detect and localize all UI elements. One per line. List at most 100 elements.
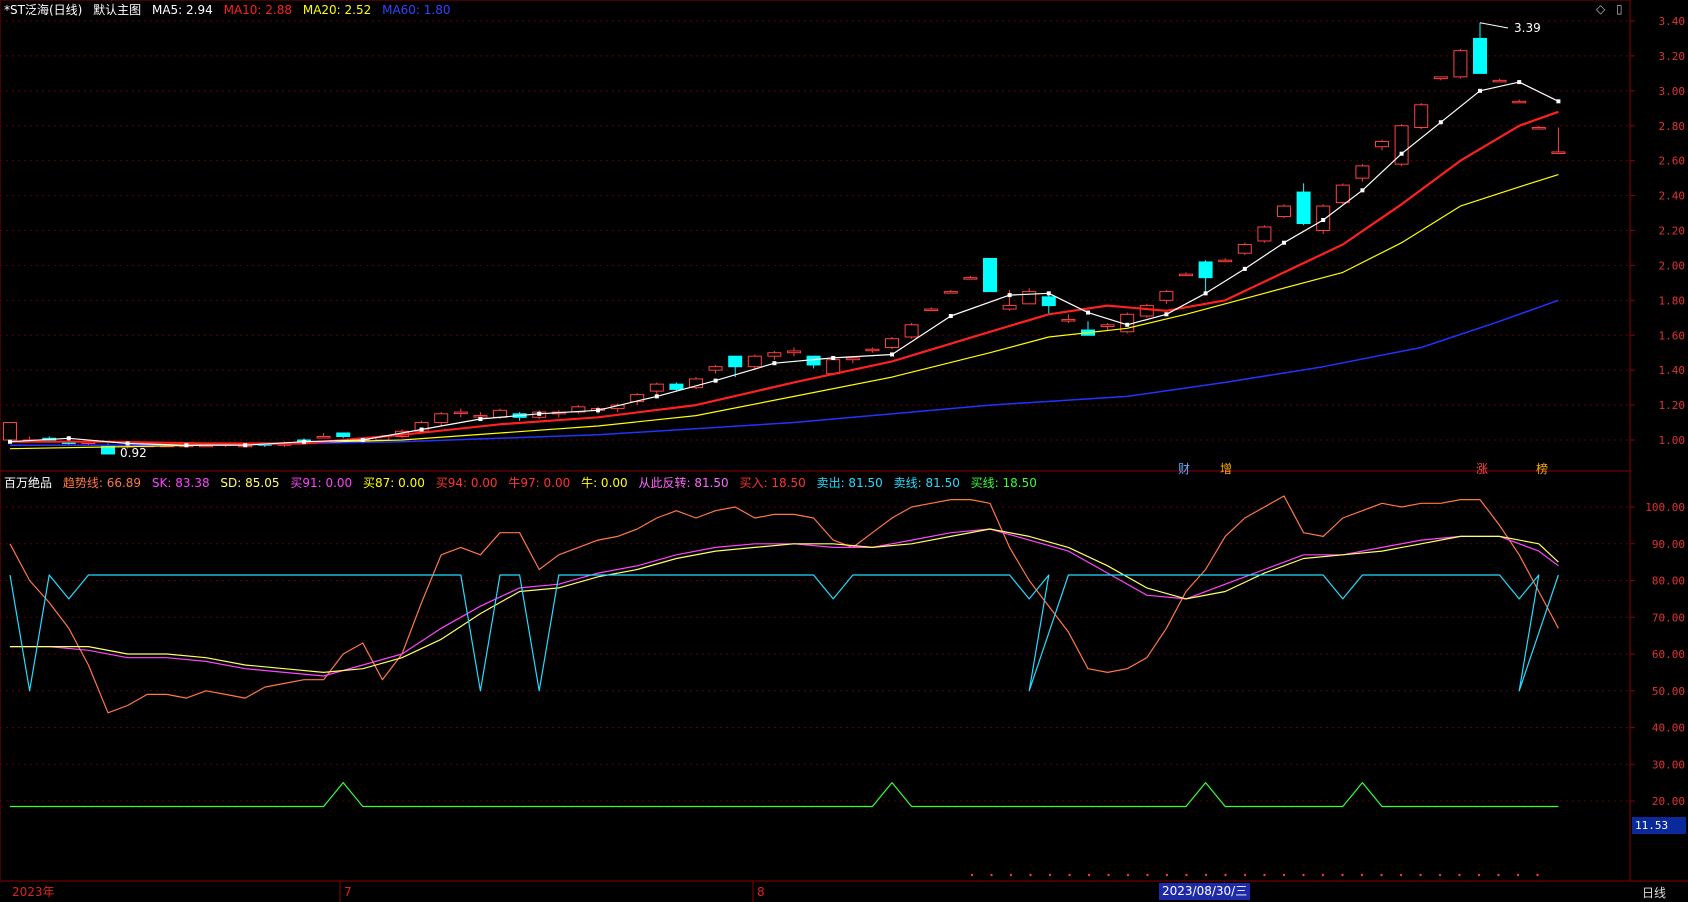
signal-dot xyxy=(1477,873,1481,877)
ind-trend: 趋势线: 66.89 xyxy=(62,476,142,490)
price-tick-label: 2.20 xyxy=(1659,225,1686,238)
candle-body xyxy=(1257,226,1272,242)
candle-body xyxy=(493,409,507,418)
ma60-legend: MA60: 1.80 xyxy=(382,3,451,17)
ind-buy87: 买87: 0.00 xyxy=(363,476,425,490)
ma60-line xyxy=(10,299,1559,446)
ma5-point xyxy=(184,443,189,448)
candle-body xyxy=(865,348,880,352)
candle-body xyxy=(1041,296,1056,307)
cursor-date: 2023/08/30/三 xyxy=(1159,883,1251,900)
price-tick-label: 3.20 xyxy=(1659,50,1686,63)
signal-dot xyxy=(1438,873,1442,877)
ma5-point xyxy=(1086,310,1090,315)
signal-dot xyxy=(970,873,974,877)
signal-dot xyxy=(1263,873,1266,877)
ind-reverse: 从此反转: 81.50 xyxy=(638,476,729,490)
candle-body xyxy=(1375,140,1389,148)
price-tick-label: 3.00 xyxy=(1659,85,1686,98)
signal-dot xyxy=(1341,873,1344,877)
candle-body xyxy=(983,257,997,293)
indicator-line-趋势线 xyxy=(9,495,1559,714)
marker-finance[interactable]: 财 xyxy=(1178,460,1190,477)
candle-body xyxy=(885,338,899,348)
ma5-point xyxy=(1242,266,1247,271)
kline-chart[interactable]: 3.40 3.20 3.00 2.80 2.60 2.40 2.20 2.00 1.80 1.60… xyxy=(0,0,1688,902)
candle-body xyxy=(943,291,958,294)
marker-list[interactable]: 榜 xyxy=(1536,460,1548,477)
candle-body xyxy=(1414,104,1429,128)
candle-body xyxy=(1296,191,1311,225)
candle-body xyxy=(1355,165,1370,179)
ind-buy94: 买94: 0.00 xyxy=(435,476,498,490)
ma5-point xyxy=(772,361,777,366)
stock-title[interactable]: *ST泛海(日线) xyxy=(4,3,82,17)
candle-body xyxy=(1335,184,1350,204)
ind-buyline: 买线: 18.50 xyxy=(970,476,1037,490)
current-value-badge: 11.53 xyxy=(1632,817,1686,834)
indicator-line-买线 xyxy=(10,781,1559,808)
ind-buy91: 买91: 0.00 xyxy=(290,476,353,490)
high-pointer xyxy=(1479,22,1509,29)
restore-icon[interactable]: ▯ xyxy=(1616,2,1623,16)
ma5-point xyxy=(713,378,718,383)
signal-dot xyxy=(1302,873,1305,877)
signal-dot xyxy=(1009,873,1013,877)
candle-body xyxy=(336,432,351,438)
candle-body xyxy=(316,436,331,439)
ma5-point xyxy=(1164,312,1169,317)
price-tick-label: 1.20 xyxy=(1659,399,1686,412)
candle-body xyxy=(787,350,801,354)
price-tick-label: 2.00 xyxy=(1659,259,1686,272)
template-name[interactable]: 默认主图 xyxy=(93,3,141,17)
candle-body xyxy=(1512,100,1527,104)
price-tick-label: 1.40 xyxy=(1659,364,1686,377)
ma5-line xyxy=(9,81,1559,446)
price-tick-label: 2.40 xyxy=(1659,190,1686,203)
marker-increase[interactable]: 增 xyxy=(1220,460,1232,477)
indicator-tick-label: 20.00 xyxy=(1652,795,1685,808)
candle-body xyxy=(1002,305,1017,310)
price-tick-label: 1.00 xyxy=(1659,434,1686,447)
x-label-year: 2023年 xyxy=(12,885,55,899)
signal-dot xyxy=(1087,873,1091,877)
ma5-point xyxy=(66,436,71,441)
signal-dot xyxy=(1068,873,1071,877)
candle-body xyxy=(1433,76,1448,80)
indicator-tick-label: 50.00 xyxy=(1652,685,1685,698)
ma5-point xyxy=(1125,322,1130,327)
indicator-line-SD xyxy=(10,528,1559,674)
ma10-legend: MA10: 2.88 xyxy=(223,3,293,17)
marker-limit-up[interactable]: 涨 xyxy=(1476,460,1488,477)
signal-dot xyxy=(1497,873,1500,877)
period-label[interactable]: 日线 xyxy=(1642,884,1666,901)
candle-body xyxy=(473,415,488,418)
candle-body xyxy=(963,277,978,280)
signal-dot xyxy=(1516,873,1520,877)
indicator-name[interactable]: 百万绝品 xyxy=(4,476,52,490)
indicator-tick-label: 60.00 xyxy=(1652,648,1685,661)
ma5-point xyxy=(360,438,365,442)
ma5-point xyxy=(1556,99,1561,104)
candle-body xyxy=(1100,324,1115,328)
signal-dot xyxy=(1224,873,1227,877)
indicator-tick-label: 90.00 xyxy=(1652,538,1685,551)
signal-dot xyxy=(1204,873,1208,877)
ma5-point xyxy=(1517,80,1522,85)
ind-sk: SK: 83.38 xyxy=(151,476,210,490)
indicator-tick-label: 100.00 xyxy=(1645,501,1685,514)
ma5-point xyxy=(1321,218,1326,223)
ma5-point xyxy=(1203,291,1208,296)
signal-dot xyxy=(1282,873,1286,877)
signal-dot xyxy=(1380,873,1383,877)
signal-dot xyxy=(1243,873,1247,877)
signal-dot xyxy=(1536,873,1539,877)
candle-body xyxy=(845,357,860,361)
ma5-point xyxy=(302,439,306,444)
ma5-point xyxy=(478,417,483,422)
signal-dot xyxy=(1360,873,1364,877)
ma5-point xyxy=(8,439,12,444)
price-tick-label: 1.80 xyxy=(1659,294,1686,307)
diamond-icon[interactable]: ◇ xyxy=(1596,2,1605,16)
candle-body xyxy=(649,383,664,392)
